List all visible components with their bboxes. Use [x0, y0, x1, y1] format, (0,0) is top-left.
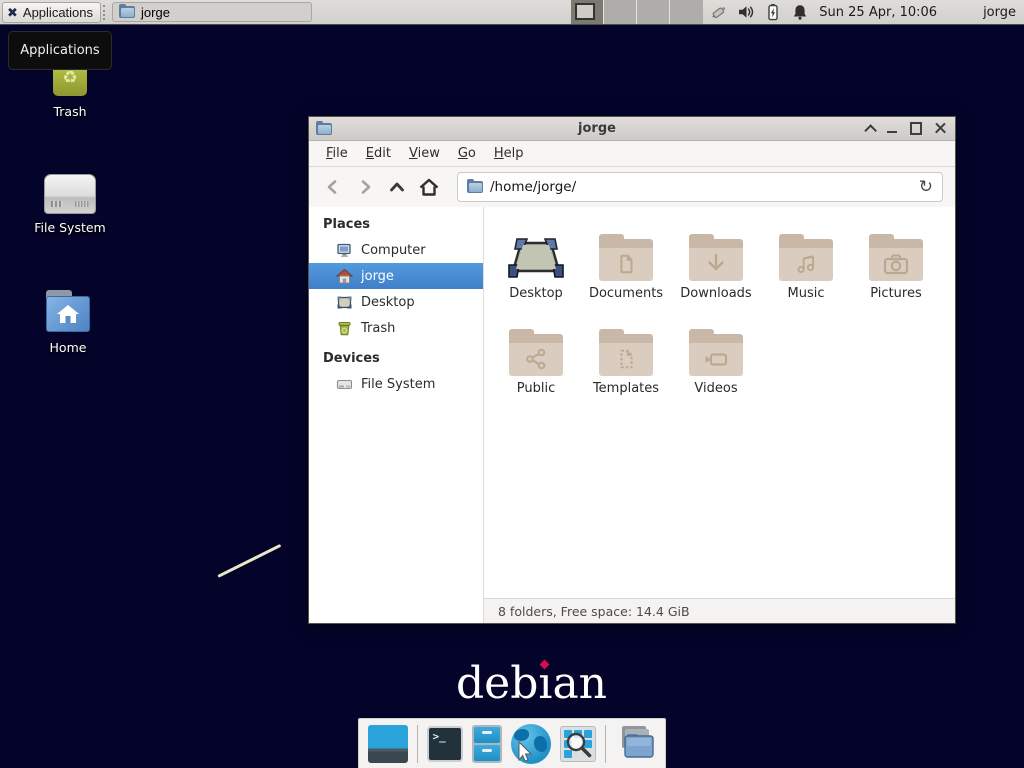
close-button[interactable]: [934, 123, 946, 135]
stray-line: [217, 544, 281, 578]
web-browser-icon[interactable]: [511, 724, 551, 764]
desktop-small-icon: [336, 294, 353, 311]
folder-item-music[interactable]: Music: [761, 223, 851, 318]
workspace-3[interactable]: [637, 0, 670, 24]
user-label[interactable]: jorge: [983, 5, 1016, 20]
folder-item-desktop[interactable]: Desktop: [491, 223, 581, 318]
applications-menu-button[interactable]: ✖ Applications: [2, 2, 101, 23]
folder-item-downloads[interactable]: Downloads: [671, 223, 761, 318]
computer-icon: [336, 242, 353, 259]
debian-logo: debıan: [456, 658, 607, 709]
desktop-icon-label: File System: [34, 220, 106, 235]
applications-tooltip: Applications: [8, 31, 112, 70]
folder-item-public[interactable]: Public: [491, 318, 581, 413]
folder-icon: [119, 6, 135, 18]
folder-item-videos[interactable]: Videos: [671, 318, 761, 413]
battery-icon[interactable]: [764, 3, 782, 21]
folder-item-documents[interactable]: Documents: [581, 223, 671, 318]
documents-folder-icon: [599, 239, 653, 281]
applications-menu-label: Applications: [23, 5, 93, 20]
templates-folder-icon: [599, 334, 653, 376]
titlebar[interactable]: jorge: [309, 117, 955, 141]
downloads-folder-icon: [689, 239, 743, 281]
drive-icon: [44, 174, 96, 214]
music-folder-icon: [779, 239, 833, 281]
sidebar-item-jorge[interactable]: jorge: [309, 263, 483, 289]
xfce-menu-icon: ✖: [7, 6, 18, 19]
menu-view[interactable]: View: [400, 141, 449, 166]
sidebar-item-computer[interactable]: Computer: [309, 237, 483, 263]
notifications-bell-icon[interactable]: [791, 3, 809, 21]
back-button[interactable]: [319, 173, 347, 201]
directory-menu-icon[interactable]: [615, 723, 657, 765]
volume-icon[interactable]: [737, 3, 755, 21]
sidebar-item-file-system[interactable]: File System: [309, 371, 483, 397]
reload-icon[interactable]: ↻: [919, 179, 933, 196]
desktop-folder-icon: [507, 223, 565, 281]
desktop-icon-home[interactable]: Home: [30, 290, 106, 355]
folder-view: Desktop Documents Download: [484, 207, 955, 598]
up-button[interactable]: [383, 173, 411, 201]
file-manager-icon[interactable]: [472, 725, 502, 763]
trash-small-icon: [336, 320, 353, 337]
file-manager-window: jorge File Edit View Go Help: [308, 116, 956, 624]
toolbar: /home/jorge/ ↻: [309, 167, 955, 207]
sidebar-item-desktop[interactable]: Desktop: [309, 289, 483, 315]
desktop-icon-label: Trash: [53, 104, 86, 119]
taskbar-window-label: jorge: [141, 5, 170, 20]
menu-go[interactable]: Go: [449, 141, 485, 166]
desktop: ✖ Applications jorge: [0, 0, 1024, 768]
videos-folder-icon: [689, 334, 743, 376]
window-title: jorge: [332, 121, 862, 136]
workspace-4[interactable]: [670, 0, 703, 24]
forward-button[interactable]: [351, 173, 379, 201]
path-text[interactable]: /home/jorge/: [490, 179, 912, 195]
panel-handle[interactable]: [103, 5, 110, 20]
home-button[interactable]: [415, 173, 443, 201]
workspace-switcher[interactable]: [571, 0, 703, 24]
side-pane: Places Computer jo: [309, 207, 484, 623]
top-panel: ✖ Applications jorge: [0, 0, 1024, 25]
home-icon: [336, 268, 353, 285]
menu-help[interactable]: Help: [485, 141, 533, 166]
status-text: 8 folders, Free space: 14.4 GiB: [498, 604, 690, 619]
home-folder-icon: [42, 290, 94, 334]
show-desktop-icon[interactable]: [368, 725, 408, 763]
menu-file[interactable]: File: [317, 141, 357, 166]
app-finder-icon[interactable]: [560, 726, 596, 762]
sidebar-item-trash[interactable]: Trash: [309, 315, 483, 341]
drive-small-icon: [336, 376, 353, 393]
window-folder-icon: [316, 123, 332, 135]
shade-button[interactable]: [862, 123, 874, 135]
workspace-2[interactable]: [604, 0, 637, 24]
status-bar: 8 folders, Free space: 14.4 GiB: [484, 598, 955, 623]
desktop-icon-file-system[interactable]: File System: [32, 168, 108, 235]
system-tray: [710, 3, 809, 21]
places-header: Places: [309, 214, 483, 237]
menubar: File Edit View Go Help: [309, 141, 955, 167]
network-icon[interactable]: [710, 3, 728, 21]
workspace-1[interactable]: [571, 0, 604, 24]
workspace-window-thumb: [575, 3, 595, 20]
desktop-icon-label: Home: [50, 340, 87, 355]
maximize-button[interactable]: [910, 123, 922, 135]
menu-edit[interactable]: Edit: [357, 141, 400, 166]
tooltip-text: Applications: [20, 43, 99, 58]
minimize-button[interactable]: [886, 123, 898, 135]
public-folder-icon: [509, 334, 563, 376]
devices-header: Devices: [309, 348, 483, 371]
pictures-folder-icon: [869, 239, 923, 281]
folder-item-templates[interactable]: Templates: [581, 318, 671, 413]
path-folder-icon: [467, 181, 483, 193]
clock[interactable]: Sun 25 Apr, 10:06: [819, 5, 937, 20]
folder-item-pictures[interactable]: Pictures: [851, 223, 941, 318]
path-bar[interactable]: /home/jorge/ ↻: [457, 172, 943, 202]
dock-separator: [605, 725, 606, 763]
bottom-dock: >_: [358, 718, 666, 768]
terminal-icon[interactable]: >_: [427, 726, 463, 762]
taskbar-window-button[interactable]: jorge: [112, 2, 312, 22]
dock-separator: [417, 725, 418, 763]
